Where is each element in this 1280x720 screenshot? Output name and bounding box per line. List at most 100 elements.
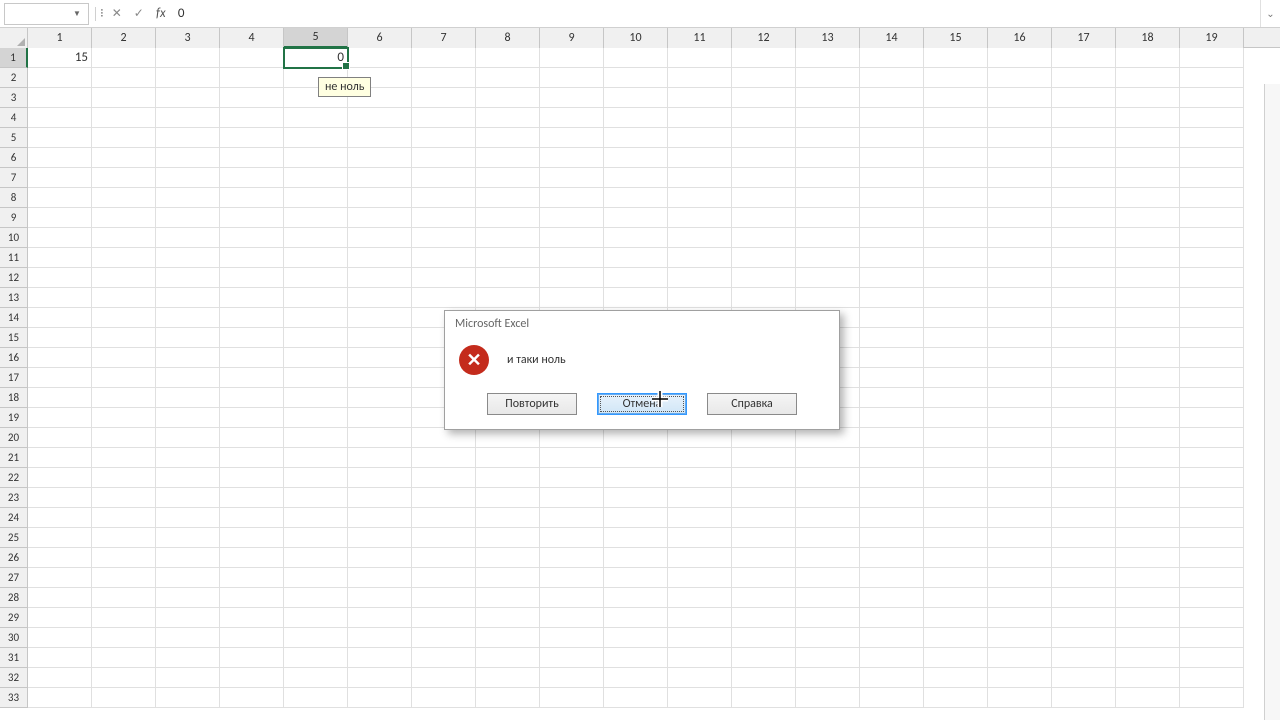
- row-header[interactable]: 23: [0, 488, 28, 508]
- cell[interactable]: [540, 288, 604, 308]
- cell[interactable]: [28, 168, 92, 188]
- cell[interactable]: [220, 388, 284, 408]
- cell[interactable]: [476, 188, 540, 208]
- column-header[interactable]: 8: [476, 28, 540, 48]
- cell[interactable]: [220, 288, 284, 308]
- cell[interactable]: [604, 288, 668, 308]
- cell[interactable]: [924, 288, 988, 308]
- cell[interactable]: [220, 508, 284, 528]
- cell[interactable]: [1116, 248, 1180, 268]
- cell[interactable]: [476, 208, 540, 228]
- cell[interactable]: [1052, 368, 1116, 388]
- cell[interactable]: [732, 428, 796, 448]
- column-header[interactable]: 18: [1116, 28, 1180, 48]
- cell[interactable]: [92, 688, 156, 708]
- cell[interactable]: [412, 508, 476, 528]
- cell[interactable]: [860, 68, 924, 88]
- cell[interactable]: [988, 508, 1052, 528]
- cell[interactable]: [1180, 688, 1244, 708]
- cell[interactable]: [860, 328, 924, 348]
- cell[interactable]: [860, 248, 924, 268]
- cell[interactable]: [284, 148, 348, 168]
- cell[interactable]: [284, 268, 348, 288]
- cell[interactable]: [348, 128, 412, 148]
- cell[interactable]: [1180, 628, 1244, 648]
- row-header[interactable]: 27: [0, 568, 28, 588]
- cell[interactable]: [1052, 108, 1116, 128]
- cell[interactable]: [988, 488, 1052, 508]
- cell[interactable]: [284, 628, 348, 648]
- cell[interactable]: [604, 88, 668, 108]
- row-header[interactable]: 5: [0, 128, 28, 148]
- cell[interactable]: [1116, 288, 1180, 308]
- cell[interactable]: [1180, 108, 1244, 128]
- cell[interactable]: [540, 628, 604, 648]
- cell[interactable]: [924, 208, 988, 228]
- cell[interactable]: [412, 188, 476, 208]
- cell[interactable]: [924, 388, 988, 408]
- cell[interactable]: [1116, 308, 1180, 328]
- cell[interactable]: [412, 208, 476, 228]
- column-header[interactable]: 3: [156, 28, 220, 48]
- cell[interactable]: [604, 428, 668, 448]
- cell[interactable]: [348, 428, 412, 448]
- cell[interactable]: [1052, 488, 1116, 508]
- column-header[interactable]: 13: [796, 28, 860, 48]
- row-header[interactable]: 16: [0, 348, 28, 368]
- cell[interactable]: [220, 248, 284, 268]
- cell[interactable]: [284, 688, 348, 708]
- column-header[interactable]: 9: [540, 28, 604, 48]
- cell[interactable]: [220, 168, 284, 188]
- cell[interactable]: [732, 248, 796, 268]
- cell[interactable]: [220, 688, 284, 708]
- row-header[interactable]: 2: [0, 68, 28, 88]
- cell[interactable]: [1180, 468, 1244, 488]
- cell[interactable]: [1180, 528, 1244, 548]
- cell[interactable]: [924, 228, 988, 248]
- cell[interactable]: [28, 348, 92, 368]
- cell[interactable]: [924, 88, 988, 108]
- cell[interactable]: [284, 288, 348, 308]
- cell[interactable]: [796, 228, 860, 248]
- column-header[interactable]: 1: [28, 28, 92, 48]
- cell[interactable]: [412, 288, 476, 308]
- cell[interactable]: [156, 568, 220, 588]
- cell[interactable]: [924, 448, 988, 468]
- cell[interactable]: [732, 88, 796, 108]
- cell[interactable]: [860, 108, 924, 128]
- row-header[interactable]: 24: [0, 508, 28, 528]
- name-box[interactable]: ▼: [4, 3, 89, 25]
- cell[interactable]: [348, 548, 412, 568]
- cell[interactable]: [860, 688, 924, 708]
- cell[interactable]: [220, 428, 284, 448]
- cell[interactable]: [476, 168, 540, 188]
- cell[interactable]: [668, 488, 732, 508]
- cell[interactable]: [1052, 388, 1116, 408]
- cell[interactable]: [668, 188, 732, 208]
- cell[interactable]: [924, 648, 988, 668]
- cell[interactable]: [668, 688, 732, 708]
- cell[interactable]: [348, 148, 412, 168]
- cell[interactable]: 15: [28, 48, 92, 68]
- cell[interactable]: [476, 608, 540, 628]
- cell[interactable]: [284, 388, 348, 408]
- cell[interactable]: [348, 108, 412, 128]
- cell[interactable]: [604, 148, 668, 168]
- cell[interactable]: [732, 228, 796, 248]
- expand-formula-icon[interactable]: ⌄: [1260, 0, 1280, 27]
- cell[interactable]: [92, 468, 156, 488]
- cell[interactable]: [220, 108, 284, 128]
- cell[interactable]: [284, 208, 348, 228]
- cell[interactable]: [28, 688, 92, 708]
- cell[interactable]: [668, 168, 732, 188]
- cell[interactable]: [1052, 268, 1116, 288]
- cell[interactable]: [92, 368, 156, 388]
- row-header[interactable]: 7: [0, 168, 28, 188]
- cell[interactable]: [92, 248, 156, 268]
- cell[interactable]: [540, 668, 604, 688]
- cell[interactable]: [412, 148, 476, 168]
- cell[interactable]: [348, 328, 412, 348]
- cell[interactable]: [540, 688, 604, 708]
- cell[interactable]: [348, 608, 412, 628]
- row-header[interactable]: 30: [0, 628, 28, 648]
